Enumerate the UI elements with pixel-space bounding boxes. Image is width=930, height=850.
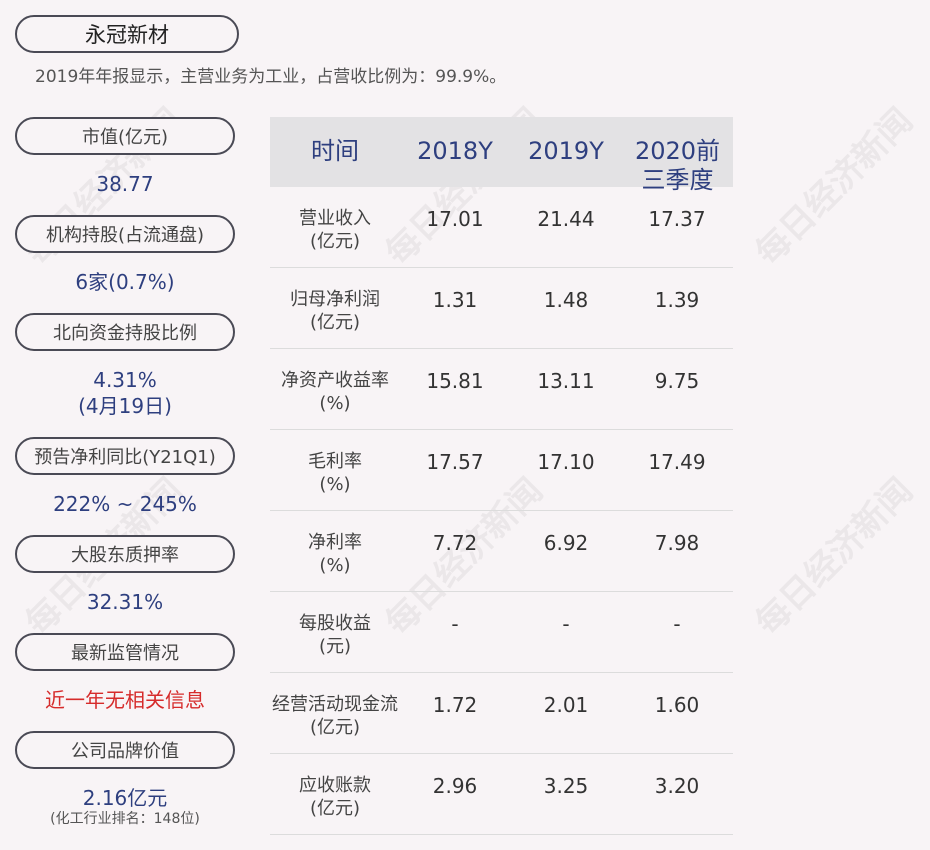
cell-2018y: 1.72 — [432, 693, 478, 717]
row-label: 经营活动现金流 (亿元) — [272, 694, 398, 738]
row-label: 归母净利润 (亿元) — [290, 289, 380, 333]
header-2018y: 2018Y — [417, 137, 493, 165]
row-label: 毛利率 (%) — [308, 451, 362, 495]
metric-label-institution: 机构持股(占流通盘) — [15, 215, 235, 253]
header-2020q3: 2020前三季度 — [634, 137, 721, 194]
header-2019y: 2019Y — [528, 137, 604, 165]
cell-2018y: 7.72 — [432, 531, 478, 555]
cell-2020q3: - — [673, 612, 681, 636]
metric-value-market-cap: 38.77 — [96, 172, 154, 196]
metric-value-forecast: 222% ~ 245% — [53, 492, 197, 516]
northbound-date: (4月19日) — [78, 394, 172, 418]
cell-2018y: 1.31 — [432, 288, 478, 312]
cell-2020q3: 9.75 — [654, 369, 700, 393]
cell-2018y: - — [451, 612, 459, 636]
metric-value-pledge: 32.31% — [86, 590, 164, 614]
row-label: 营业收入 (亿元) — [299, 208, 371, 252]
northbound-percent: 4.31% — [93, 368, 157, 392]
metric-label-market-cap: 市值(亿元) — [15, 117, 235, 155]
metric-label-brand: 公司品牌价值 — [15, 731, 235, 769]
cell-2019y: 13.11 — [537, 369, 595, 393]
metric-label-forecast: 预告净利同比(Y21Q1) — [15, 437, 235, 475]
metric-value-regulation: 近一年无相关信息 — [45, 688, 205, 712]
brand-value: 2.16亿元 — [82, 786, 168, 810]
row-label: 净利率 (%) — [308, 532, 362, 576]
table-row: 净利率 (%) 7.72 6.92 7.98 — [270, 511, 733, 592]
cell-2020q3: 1.60 — [654, 693, 700, 717]
cell-2019y: 1.48 — [543, 288, 589, 312]
cell-2019y: 3.25 — [543, 774, 589, 798]
cell-2020q3: 3.20 — [654, 774, 700, 798]
table-row: 每股收益 (元) - - - — [270, 592, 733, 673]
row-label: 净资产收益率 (%) — [281, 370, 389, 414]
metric-value-northbound: 4.31% (4月19日) — [15, 367, 235, 419]
cell-2018y: 17.01 — [426, 207, 484, 231]
table-row: 应收账款 (亿元) 2.96 3.25 3.20 — [270, 754, 733, 835]
metric-label-regulation: 最新监管情况 — [15, 633, 235, 671]
metric-label-pledge: 大股东质押率 — [15, 535, 235, 573]
company-title: 永冠新材 — [15, 15, 239, 53]
table-row: 营业收入 (亿元) 17.01 21.44 17.37 — [270, 187, 733, 268]
row-label: 每股收益 (元) — [299, 613, 371, 657]
watermark: 每日经济新闻 — [748, 470, 921, 644]
cell-2020q3: 17.37 — [648, 207, 706, 231]
cell-2018y: 15.81 — [426, 369, 484, 393]
header-time: 时间 — [311, 137, 359, 165]
cell-2020q3: 1.39 — [654, 288, 700, 312]
cell-2019y: 6.92 — [543, 531, 589, 555]
summary-text: 2019年年报显示，主营业务为工业，占营收比例为：99.9%。 — [35, 67, 507, 87]
cell-2018y: 2.96 — [432, 774, 478, 798]
metric-label-northbound: 北向资金持股比例 — [15, 313, 235, 351]
cell-2019y: - — [562, 612, 570, 636]
table-row: 毛利率 (%) 17.57 17.10 17.49 — [270, 430, 733, 511]
cell-2019y: 2.01 — [543, 693, 589, 717]
table-row: 归母净利润 (亿元) 1.31 1.48 1.39 — [270, 268, 733, 349]
cell-2020q3: 17.49 — [648, 450, 706, 474]
metric-value-brand: 2.16亿元 (化工行业排名：148位) — [15, 785, 235, 827]
table-header: 时间 2018Y 2019Y 2020前三季度 — [270, 117, 733, 194]
row-label: 应收账款 (亿元) — [299, 775, 371, 819]
cell-2019y: 21.44 — [537, 207, 595, 231]
table-row: 经营活动现金流 (亿元) 1.72 2.01 1.60 — [270, 673, 733, 754]
brand-rank-note: (化工行业排名：148位) — [50, 811, 200, 827]
table-row: 净资产收益率 (%) 15.81 13.11 9.75 — [270, 349, 733, 430]
watermark: 每日经济新闻 — [748, 100, 921, 274]
cell-2020q3: 7.98 — [654, 531, 700, 555]
cell-2019y: 17.10 — [537, 450, 595, 474]
metric-value-institution: 6家(0.7%) — [75, 270, 175, 294]
cell-2018y: 17.57 — [426, 450, 484, 474]
